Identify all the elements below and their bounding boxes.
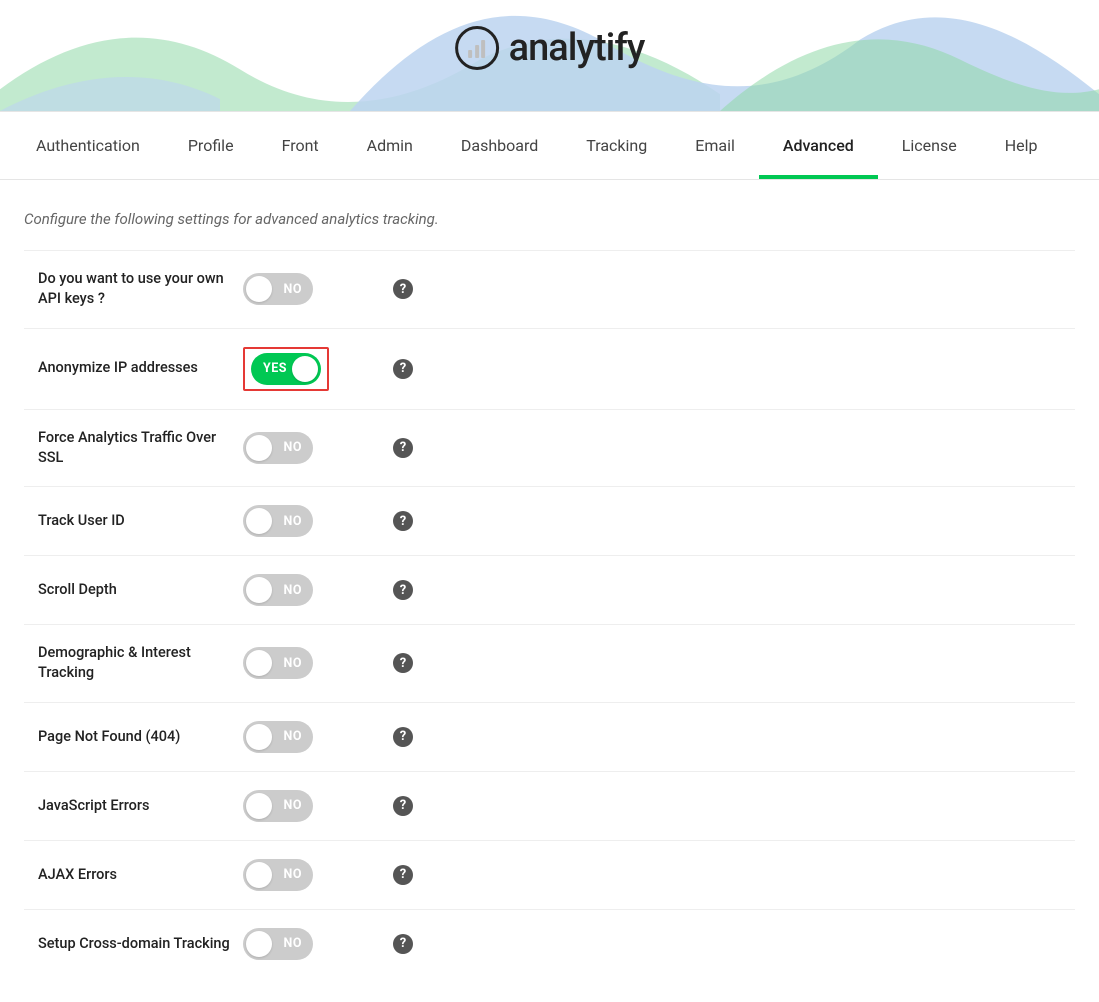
toggle-knob bbox=[246, 276, 272, 302]
help-icon[interactable]: ? bbox=[393, 511, 413, 531]
toggle-state-text: NO bbox=[284, 729, 302, 744]
toggle-track-user-id[interactable]: NO bbox=[243, 505, 313, 537]
help-icon[interactable]: ? bbox=[393, 727, 413, 747]
setting-label-page-404: Page Not Found (404) bbox=[38, 727, 243, 747]
brand-logo-icon bbox=[455, 26, 499, 70]
toggle-demographic[interactable]: NO bbox=[243, 647, 313, 679]
setting-label-js-errors: JavaScript Errors bbox=[38, 796, 243, 816]
toggle-wrap-force-ssl: NO bbox=[243, 432, 363, 464]
setting-label-demographic: Demographic & Interest Tracking bbox=[38, 643, 243, 684]
toggle-wrap-scroll-depth: NO bbox=[243, 574, 363, 606]
help-icon[interactable]: ? bbox=[393, 934, 413, 954]
brand-name: analytify bbox=[509, 26, 645, 70]
header-banner: analytify bbox=[0, 0, 1099, 112]
setting-label-force-ssl: Force Analytics Traffic Over SSL bbox=[38, 428, 243, 469]
tab-admin[interactable]: Admin bbox=[343, 112, 437, 179]
help-area: ? bbox=[393, 934, 413, 954]
setting-label-own-api-keys: Do you want to use your own API keys ? bbox=[38, 269, 243, 310]
tab-license[interactable]: License bbox=[878, 112, 981, 179]
toggle-knob bbox=[246, 508, 272, 534]
toggle-state-text: NO bbox=[284, 936, 302, 951]
toggle-knob bbox=[246, 577, 272, 603]
toggle-state-text: YES bbox=[263, 361, 287, 376]
toggle-knob bbox=[246, 931, 272, 957]
toggle-wrap-cross-domain: NO bbox=[243, 928, 363, 960]
help-area: ? bbox=[393, 653, 413, 673]
toggle-wrap-page-404: NO bbox=[243, 721, 363, 753]
setting-row-ajax-errors: AJAX Errors NO? bbox=[24, 840, 1075, 909]
toggle-state-text: NO bbox=[284, 514, 302, 529]
advanced-settings-panel: Configure the following settings for adv… bbox=[0, 180, 1099, 1002]
setting-row-cross-domain: Setup Cross-domain Tracking NO? bbox=[24, 909, 1075, 978]
help-icon[interactable]: ? bbox=[393, 580, 413, 600]
help-icon[interactable]: ? bbox=[393, 438, 413, 458]
setting-label-scroll-depth: Scroll Depth bbox=[38, 580, 243, 600]
toggle-page-404[interactable]: NO bbox=[243, 721, 313, 753]
toggle-knob bbox=[246, 793, 272, 819]
toggle-knob bbox=[246, 435, 272, 461]
help-area: ? bbox=[393, 580, 413, 600]
tab-advanced[interactable]: Advanced bbox=[759, 112, 878, 179]
setting-row-own-api-keys: Do you want to use your own API keys ? NO… bbox=[24, 250, 1075, 328]
toggle-ajax-errors[interactable]: NO bbox=[243, 859, 313, 891]
help-icon[interactable]: ? bbox=[393, 279, 413, 299]
tab-dashboard[interactable]: Dashboard bbox=[437, 112, 562, 179]
highlight-box: YES bbox=[243, 347, 329, 391]
setting-row-scroll-depth: Scroll Depth NO? bbox=[24, 555, 1075, 624]
setting-row-demographic: Demographic & Interest Tracking NO? bbox=[24, 624, 1075, 702]
tab-profile[interactable]: Profile bbox=[164, 112, 258, 179]
tab-authentication[interactable]: Authentication bbox=[12, 112, 164, 179]
toggle-wrap-track-user-id: NO bbox=[243, 505, 363, 537]
intro-text: Configure the following settings for adv… bbox=[24, 180, 1075, 250]
help-area: ? bbox=[393, 511, 413, 531]
toggle-knob bbox=[246, 724, 272, 750]
help-area: ? bbox=[393, 279, 413, 299]
help-area: ? bbox=[393, 727, 413, 747]
toggle-cross-domain[interactable]: NO bbox=[243, 928, 313, 960]
toggle-wrap-anonymize-ip: YES bbox=[243, 347, 363, 391]
brand: analytify bbox=[455, 26, 645, 70]
setting-label-cross-domain: Setup Cross-domain Tracking bbox=[38, 934, 243, 954]
setting-row-force-ssl: Force Analytics Traffic Over SSL NO? bbox=[24, 409, 1075, 487]
setting-row-page-404: Page Not Found (404) NO? bbox=[24, 702, 1075, 771]
tab-help[interactable]: Help bbox=[981, 112, 1062, 179]
settings-tabs: AuthenticationProfileFrontAdminDashboard… bbox=[0, 112, 1099, 180]
tab-email[interactable]: Email bbox=[671, 112, 759, 179]
setting-label-anonymize-ip: Anonymize IP addresses bbox=[38, 358, 243, 378]
help-area: ? bbox=[393, 796, 413, 816]
toggle-state-text: NO bbox=[284, 440, 302, 455]
toggle-knob bbox=[246, 862, 272, 888]
help-icon[interactable]: ? bbox=[393, 653, 413, 673]
setting-row-track-user-id: Track User ID NO? bbox=[24, 486, 1075, 555]
toggle-state-text: NO bbox=[284, 282, 302, 297]
tab-tracking[interactable]: Tracking bbox=[562, 112, 671, 179]
setting-row-js-errors: JavaScript Errors NO? bbox=[24, 771, 1075, 840]
help-icon[interactable]: ? bbox=[393, 796, 413, 816]
toggle-wrap-demographic: NO bbox=[243, 647, 363, 679]
toggle-state-text: NO bbox=[284, 583, 302, 598]
toggle-state-text: NO bbox=[284, 656, 302, 671]
help-area: ? bbox=[393, 359, 413, 379]
toggle-wrap-own-api-keys: NO bbox=[243, 273, 363, 305]
toggle-js-errors[interactable]: NO bbox=[243, 790, 313, 822]
setting-row-anonymize-ip: Anonymize IP addresses YES? bbox=[24, 328, 1075, 409]
toggle-anonymize-ip[interactable]: YES bbox=[251, 353, 321, 385]
toggle-wrap-ajax-errors: NO bbox=[243, 859, 363, 891]
help-area: ? bbox=[393, 438, 413, 458]
toggle-knob bbox=[292, 356, 318, 382]
help-icon[interactable]: ? bbox=[393, 865, 413, 885]
toggle-own-api-keys[interactable]: NO bbox=[243, 273, 313, 305]
help-icon[interactable]: ? bbox=[393, 359, 413, 379]
setting-label-track-user-id: Track User ID bbox=[38, 511, 243, 531]
help-area: ? bbox=[393, 865, 413, 885]
toggle-wrap-js-errors: NO bbox=[243, 790, 363, 822]
toggle-knob bbox=[246, 650, 272, 676]
setting-label-ajax-errors: AJAX Errors bbox=[38, 865, 243, 885]
toggle-state-text: NO bbox=[284, 867, 302, 882]
toggle-force-ssl[interactable]: NO bbox=[243, 432, 313, 464]
tab-front[interactable]: Front bbox=[258, 112, 343, 179]
toggle-state-text: NO bbox=[284, 798, 302, 813]
toggle-scroll-depth[interactable]: NO bbox=[243, 574, 313, 606]
